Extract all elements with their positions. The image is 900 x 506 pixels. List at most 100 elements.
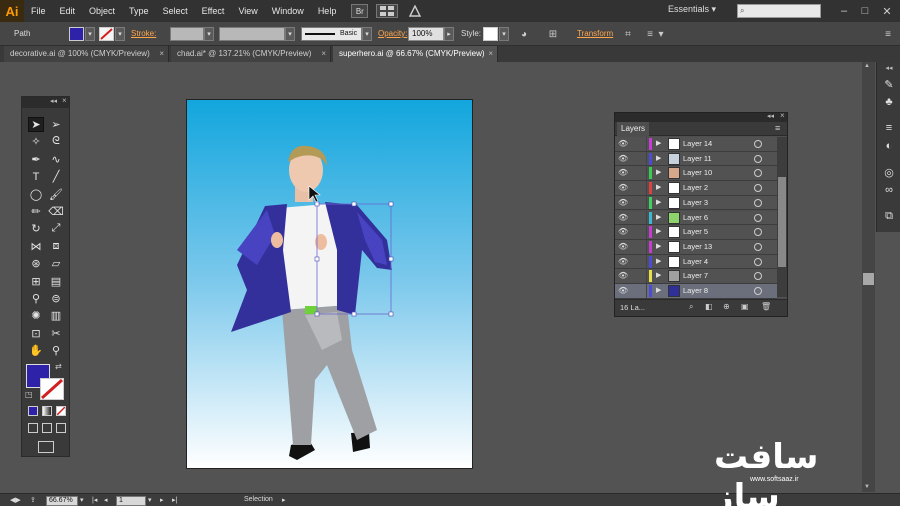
menu-window[interactable]: Window [265, 0, 311, 22]
draw-behind-button[interactable] [42, 423, 52, 433]
tools-panel-header[interactable]: ◂◂ × [22, 96, 69, 108]
close-button[interactable]: ✕ [879, 3, 895, 19]
layer-row[interactable]: 👁 ▶ Layer 14 [615, 137, 777, 152]
expand-arrow-icon[interactable]: ▶ [656, 271, 661, 279]
layer-row[interactable]: 👁 ▶ Layer 10 [615, 166, 777, 182]
layers-panel-header[interactable]: ◂◂ × [615, 111, 787, 122]
close-icon[interactable]: × [488, 46, 493, 62]
status-menu-arrow[interactable]: ▸ [282, 496, 286, 504]
eye-icon[interactable]: 👁 [618, 213, 630, 223]
blend-tool[interactable]: ⊜ [48, 291, 64, 306]
layer-row[interactable]: 👁 ▶ Layer 5 [615, 225, 777, 240]
draw-normal-button[interactable] [28, 423, 38, 433]
lock-toggle[interactable] [633, 137, 647, 151]
stroke-dropdown[interactable]: ▾ [115, 27, 125, 41]
free-transform-tool[interactable]: ⧈ [48, 239, 64, 254]
stroke-swatch[interactable] [99, 27, 114, 41]
close-icon[interactable]: × [321, 46, 326, 62]
stroke-color-box[interactable] [40, 378, 64, 400]
menu-object[interactable]: Object [82, 0, 122, 22]
artboard-number-field[interactable]: 1 [116, 496, 146, 506]
bridge-button[interactable]: Br [351, 4, 369, 18]
lock-toggle[interactable] [633, 151, 647, 166]
trash-icon[interactable]: 🗑 [761, 302, 771, 313]
eyedropper-tool[interactable]: ⚲ [28, 291, 44, 306]
expand-arrow-icon[interactable]: ▶ [656, 257, 661, 265]
brush-dropdown[interactable]: ▾ [362, 27, 372, 41]
last-artboard-button[interactable]: ▸| [172, 496, 177, 504]
target-icon[interactable] [754, 287, 762, 295]
stroke-panel-button[interactable]: ≡ [881, 120, 897, 136]
close-icon[interactable]: × [62, 96, 67, 105]
layer-row[interactable]: 👁 ▶ Layer 13 [615, 239, 777, 255]
pencil-tool[interactable]: ✏ [28, 204, 44, 219]
lock-toggle[interactable] [633, 254, 647, 269]
layer-row[interactable]: 👁 ▶ Layer 4 [615, 254, 777, 270]
lock-toggle[interactable] [633, 269, 647, 284]
create-new-layer-icon[interactable]: ▣ [741, 302, 751, 313]
swap-fill-stroke-icon[interactable]: ⇄ [55, 362, 62, 371]
expand-arrow-icon[interactable]: ▶ [656, 286, 661, 294]
lock-toggle[interactable] [633, 225, 647, 240]
expand-arrow-icon[interactable]: ▶ [656, 183, 661, 191]
graphic-style-swatch[interactable] [483, 27, 498, 41]
menu-help[interactable]: Help [311, 0, 344, 22]
layers-panel-button[interactable]: ⧉ [881, 208, 897, 224]
gpu-performance-button[interactable] [406, 4, 423, 18]
close-icon[interactable]: × [780, 111, 785, 120]
artboard-dropdown[interactable]: ▾ [148, 496, 152, 504]
menu-view[interactable]: View [231, 0, 264, 22]
recolor-artwork-button[interactable]: ◕ [516, 26, 532, 42]
draw-inside-button[interactable] [56, 423, 66, 433]
control-panel-menu[interactable]: ≡ [880, 26, 896, 42]
scroll-up-arrow[interactable]: ▲ [864, 63, 870, 69]
target-icon[interactable] [754, 140, 762, 148]
target-icon[interactable] [754, 184, 762, 193]
expand-panels-icon[interactable]: ◂◂ [881, 63, 897, 73]
tab-layers[interactable]: Layers [617, 122, 650, 136]
fill-swatch[interactable] [69, 27, 84, 41]
paintbrush-tool[interactable]: 🖌 [48, 187, 64, 202]
tab-superhero[interactable]: superhero.ai @ 66.67% (CMYK/Preview) × [333, 46, 498, 62]
target-icon[interactable] [754, 242, 762, 251]
style-dropdown[interactable]: ▾ [499, 27, 509, 41]
lock-toggle[interactable] [633, 210, 647, 225]
eye-icon[interactable]: 👁 [618, 139, 630, 149]
lock-toggle[interactable] [633, 239, 647, 254]
shape-builder-tool[interactable]: ⊛ [28, 256, 44, 271]
arrange-options-button[interactable]: ≡ [642, 26, 658, 42]
make-clipping-mask-icon[interactable]: ◧ [705, 302, 715, 313]
layers-scrollbar[interactable] [777, 137, 787, 297]
tab-decorative[interactable]: decorative.ai @ 100% (CMYK/Preview) × [4, 46, 169, 62]
target-icon[interactable] [754, 272, 762, 281]
opacity-label[interactable]: Opacity: [378, 29, 407, 38]
artboard[interactable] [186, 99, 473, 469]
stroke-weight-field[interactable] [170, 27, 204, 41]
zoom-field[interactable]: 66.67% [46, 496, 78, 506]
menu-select[interactable]: Select [156, 0, 195, 22]
target-icon[interactable] [754, 257, 762, 266]
lock-toggle[interactable] [633, 166, 647, 181]
eye-icon[interactable]: 👁 [618, 257, 630, 267]
stroke-label[interactable]: Stroke: [131, 29, 156, 38]
width-tool[interactable]: ⋈ [28, 239, 44, 254]
ellipse-tool[interactable]: ◯ [28, 187, 44, 202]
eye-icon[interactable]: 👁 [618, 227, 630, 237]
export-icon[interactable]: ⇪ [30, 496, 36, 504]
expand-arrow-icon[interactable]: ▶ [656, 154, 661, 162]
artboard-tool[interactable]: ⊡ [28, 326, 44, 341]
gradient-mode-button[interactable] [42, 406, 52, 416]
fill-dropdown[interactable]: ▾ [85, 27, 95, 41]
lock-toggle[interactable] [633, 195, 647, 210]
locate-object-icon[interactable]: ⌕ [689, 302, 699, 313]
screen-mode-button[interactable] [38, 441, 54, 453]
align-button[interactable]: ⊞ [545, 26, 561, 42]
direct-selection-tool[interactable]: ➢ [48, 117, 64, 132]
expand-arrow-icon[interactable]: ▶ [656, 198, 661, 206]
arrange-options-dropdown[interactable]: ▾ [657, 26, 665, 42]
brush-definition[interactable]: Basic [301, 27, 362, 41]
mesh-tool[interactable]: ⊞ [28, 274, 44, 289]
layers-scroll-thumb[interactable] [778, 177, 786, 267]
gradient-tool[interactable]: ▤ [48, 274, 64, 289]
workspace-switcher[interactable]: Essentials ▾ [668, 4, 716, 15]
